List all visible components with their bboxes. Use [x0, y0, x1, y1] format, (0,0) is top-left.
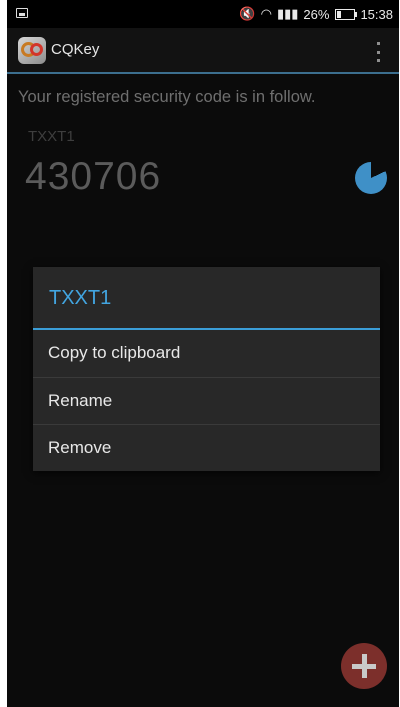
- status-time: 15:38: [360, 6, 393, 22]
- app-title: CQKey: [51, 41, 100, 58]
- rename-label: Rename: [48, 391, 113, 410]
- cqkey-app-icon[interactable]: [18, 37, 46, 64]
- mute-icon: 🔇: [239, 6, 256, 21]
- add-token-button[interactable]: [341, 643, 387, 689]
- copy-to-clipboard-label: Copy to clipboard: [48, 343, 181, 362]
- overflow-menu-icon[interactable]: [375, 42, 381, 62]
- copy-to-clipboard-option[interactable]: Copy to clipboard: [33, 330, 380, 377]
- rename-option[interactable]: Rename: [33, 378, 380, 425]
- wifi-icon: ◠: [260, 6, 272, 21]
- signal-icon: ▮▮▮: [276, 6, 299, 21]
- phone-screen: 🔇 ◠ ▮▮▮ 26% 15:38 CQKey Your registered …: [7, 0, 399, 707]
- token-options-dialog: TXXT1 Copy to clipboard Rename Remove: [33, 267, 380, 471]
- status-indicators: 🔇 ◠ ▮▮▮ 26% 15:38: [239, 5, 393, 23]
- token-name[interactable]: TXXT1: [28, 128, 75, 145]
- remove-label: Remove: [48, 438, 112, 457]
- image-icon: [16, 8, 28, 18]
- remove-option[interactable]: Remove: [33, 425, 380, 472]
- token-code[interactable]: 430706: [25, 155, 161, 199]
- app-bar: CQKey: [7, 28, 399, 74]
- dialog-title: TXXT1: [49, 287, 112, 309]
- status-bar: 🔇 ◠ ▮▮▮ 26% 15:38: [7, 0, 399, 28]
- countdown-timer-icon: [355, 162, 387, 194]
- battery-icon: [335, 8, 358, 20]
- battery-percent: 26%: [303, 6, 330, 22]
- security-code-intro: Your registered security code is in foll…: [18, 88, 316, 106]
